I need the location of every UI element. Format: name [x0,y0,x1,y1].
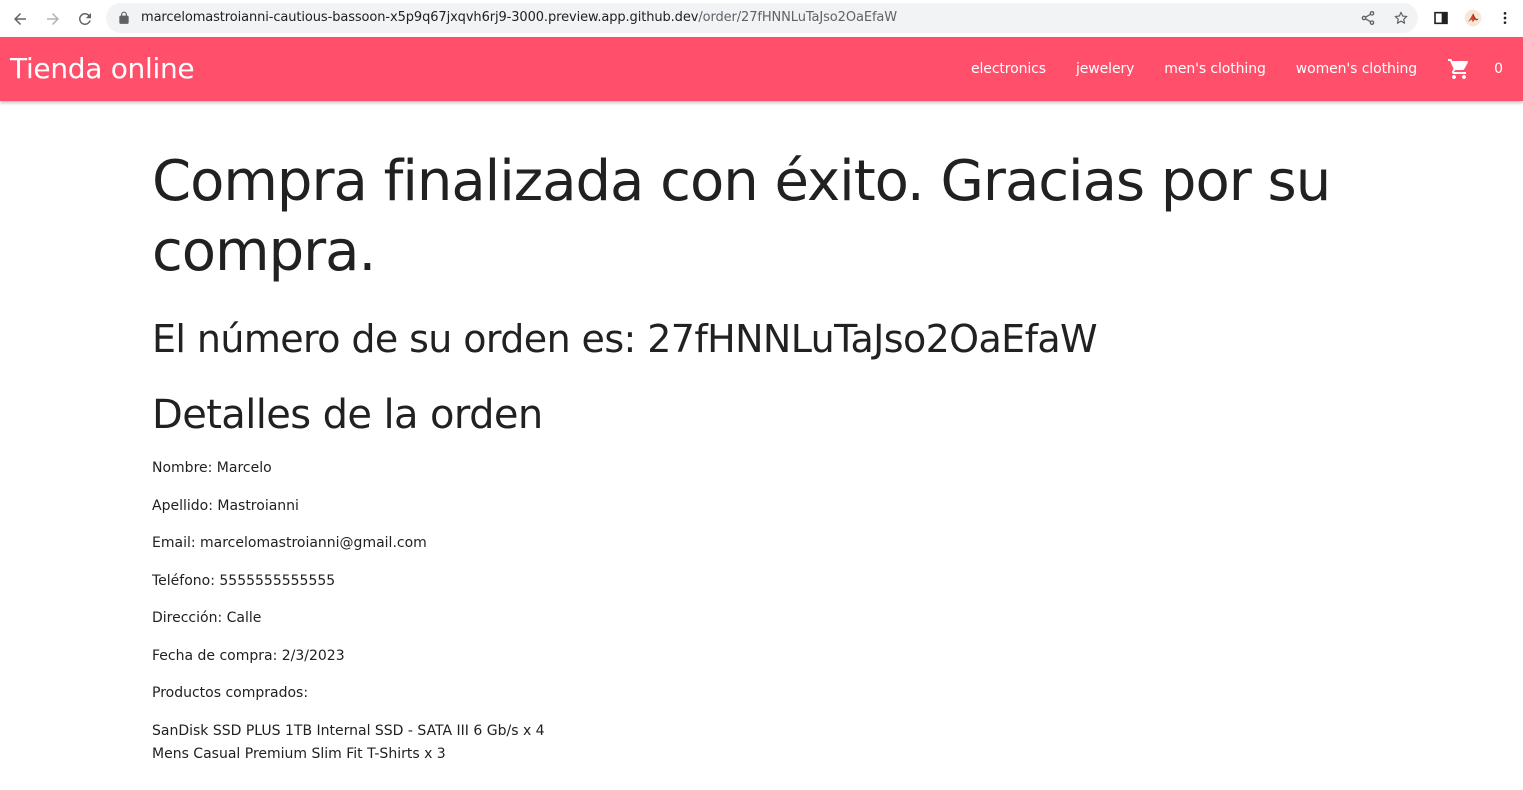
side-panel-icon [1434,11,1448,25]
reload-icon [78,12,91,25]
order-details-list: Nombre: Marcelo Apellido: Mastroianni Em… [152,458,1392,703]
detail-telefono: Teléfono: 5555555555555 [152,572,336,589]
nav-link-electronics[interactable]: electronics [956,61,1061,77]
category-nav: electronics jewelery men's clothing wome… [956,37,1503,101]
brand-link[interactable]: Tienda online [10,37,195,101]
arrow-left-icon [14,13,26,25]
extension-button[interactable] [1463,8,1483,28]
url-host: marcelomastroianni-cautious-bassoon-x5p9… [141,10,699,25]
kebab-menu-icon [1503,12,1507,24]
address-bar[interactable]: marcelomastroianni-cautious-bassoon-x5p9… [106,3,1418,33]
detail-nombre: Nombre: Marcelo [152,460,272,476]
app-header: Tienda online electronics jewelery men's… [0,37,1523,101]
reload-button[interactable] [72,6,98,32]
detail-direccion: Dirección: Calle [152,610,262,626]
back-button[interactable] [7,6,33,32]
order-confirmation: Compra finalizada con éxito. Gracias por… [152,101,1392,767]
browser-menu-button[interactable] [1495,8,1515,28]
arrow-right-icon [47,13,59,25]
forward-button[interactable] [40,6,66,32]
detail-email: Email: marcelomastroianni@gmail.com [152,535,427,551]
page-title: Compra finalizada con éxito. Gracias por… [152,149,1331,284]
order-details-title: Detalles de la orden [152,392,543,438]
nav-link-womens-clothing[interactable]: women's clothing [1281,61,1432,77]
share-icon[interactable] [1360,10,1376,26]
shopping-cart-icon [1448,59,1469,79]
list-item: Mens Casual Premium Slim Fit T-Shirts x … [152,745,446,762]
nav-link-jewelery[interactable]: jewelery [1061,61,1149,77]
cart-widget[interactable]: 0 [1447,57,1503,81]
purchased-products-list: SanDisk SSD PLUS 1TB Internal SSD - SATA… [152,721,1392,764]
list-item: SanDisk SSD PLUS 1TB Internal SSD - SATA… [152,722,545,739]
cart-count: 0 [1494,61,1503,77]
detail-productos-label: Productos comprados: [152,685,309,701]
detail-fecha: Fecha de compra: 2/3/2023 [152,647,345,664]
url-path: /order/27fHNNLuTaJso2OaEfaW [698,10,898,25]
url-text: marcelomastroianni-cautious-bassoon-x5p9… [141,3,897,33]
nav-link-mens-clothing[interactable]: men's clothing [1149,61,1280,77]
bookmark-star-icon[interactable] [1393,10,1409,26]
lock-icon [119,11,129,24]
detail-apellido: Apellido: Mastroianni [152,497,299,514]
browser-toolbar: marcelomastroianni-cautious-bassoon-x5p9… [0,0,1523,37]
order-number: El número de su orden es: 27fHNNLuTaJso2… [152,317,1098,361]
extension-icon [1464,9,1482,27]
side-panel-button[interactable] [1431,8,1451,28]
